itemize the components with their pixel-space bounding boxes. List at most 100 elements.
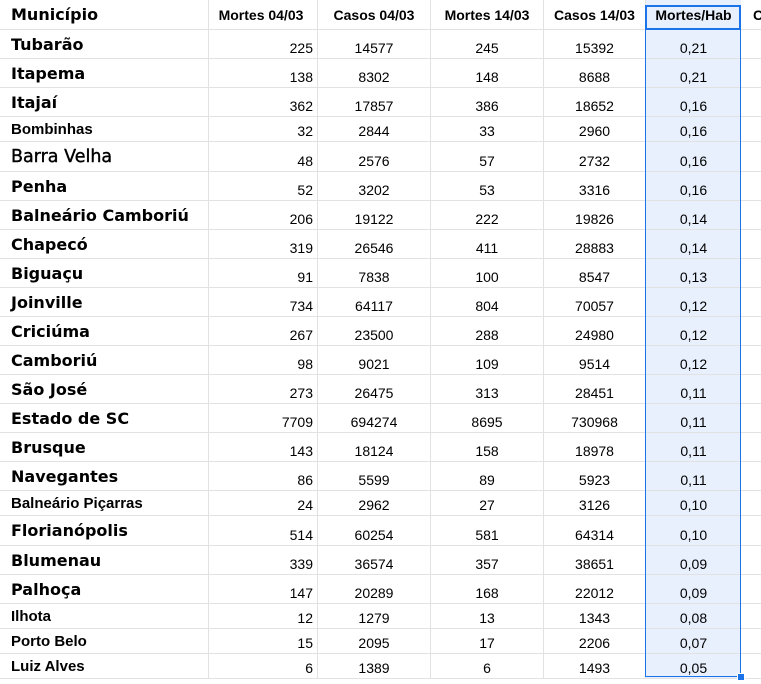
cell-mortes-hab[interactable]: 0,10: [646, 491, 741, 515]
cell-mortes-0403[interactable]: 143: [209, 433, 318, 461]
cell-mortes-0403[interactable]: 734: [209, 288, 318, 316]
cell-casos-0403[interactable]: 64117: [318, 288, 431, 316]
cell-casos-0403[interactable]: 2576: [318, 142, 431, 171]
cell-mortes-hab[interactable]: 0,16: [646, 172, 741, 200]
cell-mortes-1403[interactable]: 357: [431, 546, 544, 574]
cell-next-column[interactable]: [741, 433, 761, 461]
cell-mortes-hab[interactable]: 0,21: [646, 30, 741, 58]
cell-mortes-0403[interactable]: 15: [209, 629, 318, 653]
cell-mortes-0403[interactable]: 225: [209, 30, 318, 58]
cell-mortes-1403[interactable]: 148: [431, 59, 544, 87]
cell-casos-1403[interactable]: 2960: [544, 117, 646, 141]
cell-municipio[interactable]: Balneário Camboriú: [0, 201, 209, 229]
cell-mortes-1403[interactable]: 13: [431, 604, 544, 628]
cell-casos-0403[interactable]: 14577: [318, 30, 431, 58]
cell-casos-1403[interactable]: 15392: [544, 30, 646, 58]
cell-mortes-hab[interactable]: 0,13: [646, 259, 741, 287]
cell-mortes-1403[interactable]: 33: [431, 117, 544, 141]
cell-mortes-0403[interactable]: 362: [209, 88, 318, 116]
cell-mortes-0403[interactable]: 319: [209, 230, 318, 258]
cell-next-column[interactable]: [741, 516, 761, 545]
cell-next-column[interactable]: [741, 404, 761, 432]
cell-next-column[interactable]: [741, 172, 761, 200]
cell-mortes-0403[interactable]: 138: [209, 59, 318, 87]
cell-mortes-1403[interactable]: 89: [431, 462, 544, 490]
header-mortes-hab[interactable]: Mortes/Hab: [646, 0, 741, 29]
cell-mortes-1403[interactable]: 245: [431, 30, 544, 58]
cell-casos-0403[interactable]: 1389: [318, 654, 431, 678]
cell-casos-0403[interactable]: 2962: [318, 491, 431, 515]
cell-mortes-1403[interactable]: 386: [431, 88, 544, 116]
cell-casos-0403[interactable]: 18124: [318, 433, 431, 461]
cell-mortes-hab[interactable]: 0,14: [646, 201, 741, 229]
cell-municipio[interactable]: Joinville: [0, 288, 209, 316]
cell-mortes-hab[interactable]: 0,12: [646, 346, 741, 374]
cell-next-column[interactable]: [741, 259, 761, 287]
cell-municipio[interactable]: Criciúma: [0, 317, 209, 345]
cell-municipio[interactable]: Estado de SC: [0, 404, 209, 432]
cell-mortes-hab[interactable]: 0,08: [646, 604, 741, 628]
cell-casos-1403[interactable]: 28451: [544, 375, 646, 403]
cell-casos-0403[interactable]: 36574: [318, 546, 431, 574]
cell-municipio[interactable]: Florianópolis: [0, 516, 209, 545]
cell-mortes-1403[interactable]: 6: [431, 654, 544, 678]
header-mortes-0403[interactable]: Mortes 04/03: [209, 0, 318, 29]
cell-mortes-0403[interactable]: 514: [209, 516, 318, 545]
cell-casos-0403[interactable]: 694274: [318, 404, 431, 432]
cell-casos-1403[interactable]: 8547: [544, 259, 646, 287]
cell-mortes-0403[interactable]: 24: [209, 491, 318, 515]
cell-municipio[interactable]: Itajaí: [0, 88, 209, 116]
cell-casos-0403[interactable]: 17857: [318, 88, 431, 116]
cell-municipio[interactable]: Brusque: [0, 433, 209, 461]
cell-next-column[interactable]: [741, 491, 761, 515]
cell-casos-0403[interactable]: 7838: [318, 259, 431, 287]
cell-municipio[interactable]: Biguaçu: [0, 259, 209, 287]
cell-casos-1403[interactable]: 24980: [544, 317, 646, 345]
cell-municipio[interactable]: Itapema: [0, 59, 209, 87]
header-municipio[interactable]: Município: [0, 0, 209, 29]
cell-mortes-hab[interactable]: 0,10: [646, 516, 741, 545]
cell-mortes-1403[interactable]: 581: [431, 516, 544, 545]
cell-mortes-0403[interactable]: 7709: [209, 404, 318, 432]
cell-municipio[interactable]: Penha: [0, 172, 209, 200]
cell-mortes-0403[interactable]: 52: [209, 172, 318, 200]
cell-mortes-0403[interactable]: 6: [209, 654, 318, 678]
cell-casos-1403[interactable]: 19826: [544, 201, 646, 229]
cell-casos-1403[interactable]: 3126: [544, 491, 646, 515]
header-mortes-1403[interactable]: Mortes 14/03: [431, 0, 544, 29]
cell-municipio[interactable]: Blumenau: [0, 546, 209, 574]
cell-casos-0403[interactable]: 2844: [318, 117, 431, 141]
cell-mortes-hab[interactable]: 0,12: [646, 288, 741, 316]
cell-municipio[interactable]: Bombinhas: [0, 117, 209, 141]
cell-mortes-hab[interactable]: 0,05: [646, 654, 741, 678]
cell-casos-1403[interactable]: 38651: [544, 546, 646, 574]
cell-casos-0403[interactable]: 2095: [318, 629, 431, 653]
cell-next-column[interactable]: [741, 88, 761, 116]
cell-mortes-0403[interactable]: 206: [209, 201, 318, 229]
cell-next-column[interactable]: [741, 59, 761, 87]
cell-municipio[interactable]: Luiz Alves: [0, 654, 209, 678]
cell-mortes-1403[interactable]: 27: [431, 491, 544, 515]
cell-mortes-0403[interactable]: 98: [209, 346, 318, 374]
cell-mortes-0403[interactable]: 339: [209, 546, 318, 574]
cell-casos-1403[interactable]: 70057: [544, 288, 646, 316]
cell-next-column[interactable]: [741, 117, 761, 141]
cell-casos-1403[interactable]: 730968: [544, 404, 646, 432]
cell-casos-1403[interactable]: 9514: [544, 346, 646, 374]
cell-mortes-1403[interactable]: 288: [431, 317, 544, 345]
cell-mortes-0403[interactable]: 273: [209, 375, 318, 403]
cell-municipio[interactable]: Tubarão: [0, 30, 209, 58]
cell-next-column[interactable]: [741, 201, 761, 229]
cell-casos-1403[interactable]: 5923: [544, 462, 646, 490]
cell-casos-1403[interactable]: 1343: [544, 604, 646, 628]
cell-mortes-hab[interactable]: 0,16: [646, 88, 741, 116]
cell-mortes-1403[interactable]: 8695: [431, 404, 544, 432]
cell-municipio[interactable]: Navegantes: [0, 462, 209, 490]
cell-casos-0403[interactable]: 60254: [318, 516, 431, 545]
cell-casos-1403[interactable]: 1493: [544, 654, 646, 678]
cell-casos-0403[interactable]: 1279: [318, 604, 431, 628]
cell-municipio[interactable]: Palhoça: [0, 575, 209, 603]
cell-next-column[interactable]: [741, 462, 761, 490]
cell-casos-0403[interactable]: 19122: [318, 201, 431, 229]
cell-mortes-1403[interactable]: 57: [431, 142, 544, 171]
